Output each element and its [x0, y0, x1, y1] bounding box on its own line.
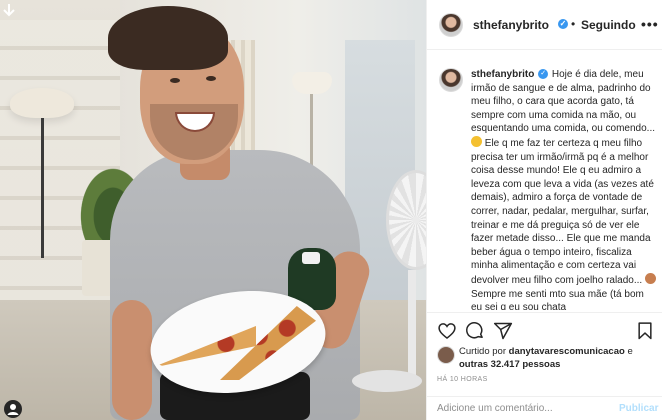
caption-text: Ele q me faz ter certeza q meu filho pre…	[471, 137, 654, 286]
post-timestamp[interactable]: HÁ 10 HORAS	[437, 376, 488, 383]
photo-person-arm	[112, 300, 152, 420]
comment-bar: Publicar	[427, 396, 662, 420]
liked-by-text: Curtido por danytavarescomunicacao e out…	[459, 346, 659, 371]
grinning-emoji-icon	[471, 135, 482, 147]
comment-icon[interactable]	[465, 321, 485, 341]
post-username[interactable]: sthefanybrito	[473, 18, 549, 32]
share-icon[interactable]	[493, 321, 513, 341]
post-header: sthefanybrito ✓ • Seguindo •••	[427, 0, 662, 50]
woman-emoji-icon	[644, 272, 656, 284]
photo-person-eye	[170, 78, 180, 83]
photo-bottle-label	[302, 252, 320, 264]
caption-text: Sempre me senti mto sua mãe (tá bom eu s…	[471, 288, 644, 311]
photo-lamp-pole	[41, 118, 44, 258]
post-side-panel: sthefanybrito ✓ • Seguindo ••• sthefanyb…	[426, 0, 662, 420]
following-button[interactable]: Seguindo	[581, 18, 636, 32]
heart-icon[interactable]	[437, 321, 457, 341]
liker-username[interactable]: danytavarescomunicacao	[509, 346, 625, 357]
liker-avatar[interactable]	[437, 346, 455, 364]
post-photo[interactable]	[0, 0, 426, 420]
post-actions	[427, 312, 662, 346]
photo-person-hair	[108, 6, 228, 70]
user-tag-icon[interactable]	[4, 400, 22, 418]
arrow-down-icon[interactable]	[2, 3, 16, 17]
photo-fan-pole	[408, 270, 416, 380]
separator-dot: •	[571, 17, 576, 31]
comment-input[interactable]	[437, 403, 597, 414]
avatar[interactable]	[439, 13, 463, 37]
post-caption: sthefanybrito ✓ Hoje é dia dele, meu irm…	[471, 68, 657, 310]
photo-floor-lamp	[292, 72, 332, 94]
photo-fan-base	[352, 370, 422, 392]
more-options-button[interactable]: •••	[641, 16, 659, 32]
caption-avatar[interactable]	[439, 68, 463, 92]
photo-lamp	[10, 88, 74, 118]
publish-button[interactable]: Publicar	[619, 403, 658, 414]
photo-person-eye	[206, 76, 216, 81]
caption-area: sthefanybrito ✓ Hoje é dia dele, meu irm…	[427, 50, 662, 310]
caption-username[interactable]: sthefanybrito	[471, 69, 534, 80]
bookmark-icon[interactable]	[635, 321, 655, 341]
verified-badge-icon: ✓	[558, 19, 568, 29]
liked-prefix: Curtido por	[459, 346, 509, 357]
likes-count-link[interactable]: outras 32.417 pessoas	[459, 359, 560, 370]
verified-badge-icon: ✓	[538, 69, 549, 80]
liked-middle: e	[624, 346, 633, 357]
